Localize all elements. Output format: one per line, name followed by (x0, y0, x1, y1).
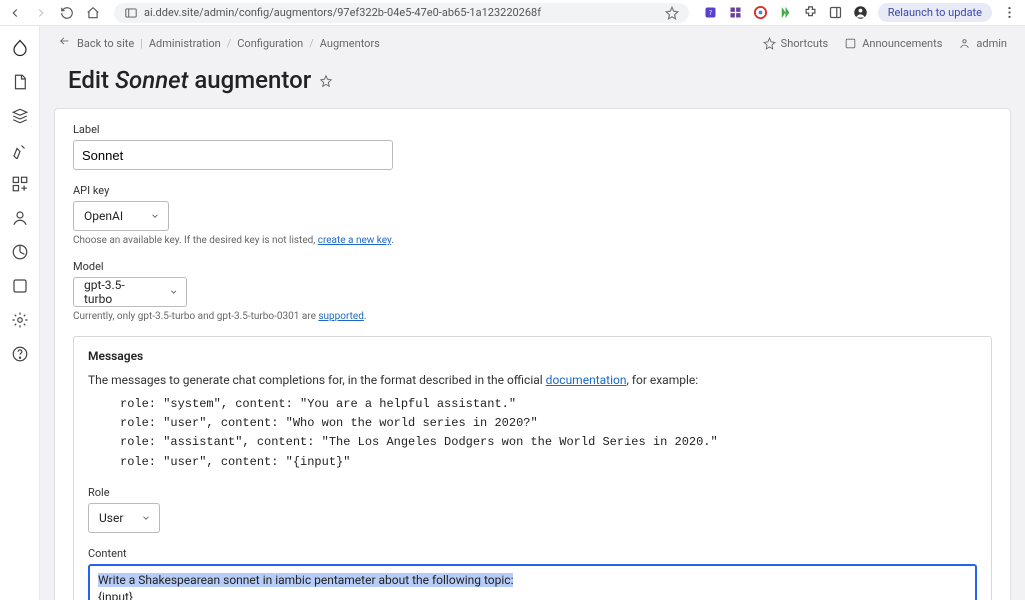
structure-icon[interactable] (10, 106, 30, 126)
label-input[interactable] (73, 140, 393, 170)
forward-icon[interactable] (34, 6, 48, 20)
relaunch-button[interactable]: Relaunch to update (878, 3, 992, 22)
reload-icon[interactable] (60, 6, 74, 20)
home-icon[interactable] (86, 6, 100, 20)
announcements-link[interactable]: Announcements (844, 37, 942, 50)
reports-icon[interactable] (10, 242, 30, 262)
drupal-logo-icon[interactable] (10, 38, 30, 58)
content-textarea[interactable]: Write a Shakespearean sonnet in iambic p… (88, 564, 977, 600)
back-icon[interactable] (8, 6, 22, 20)
content-icon[interactable] (10, 72, 30, 92)
apikey-select[interactable]: OpenAI (73, 201, 169, 231)
page-title: Edit Sonnet augmentor (68, 66, 997, 94)
apikey-field-label: API key (73, 184, 992, 197)
content-field-label: Content (88, 547, 977, 560)
site-info-icon (124, 6, 138, 20)
role-field-label: Role (88, 486, 977, 499)
svg-text:7: 7 (708, 10, 712, 17)
profile-icon[interactable] (853, 5, 868, 20)
chevron-down-icon (169, 287, 178, 297)
messages-description: The messages to generate chat completion… (88, 373, 977, 387)
address-bar[interactable]: ai.ddev.site/admin/config/augmentors/97e… (114, 3, 689, 23)
apikey-help: Choose an available key. If the desired … (73, 235, 992, 246)
model-help: Currently, only gpt-3.5-turbo and gpt-3.… (73, 311, 992, 322)
browser-chrome: ai.ddev.site/admin/config/augmentors/97e… (0, 0, 1025, 26)
admin-topbar: Back to site | Administration / Configur… (40, 26, 1025, 60)
extension-icon[interactable] (753, 5, 768, 20)
extension-icon[interactable] (728, 5, 743, 20)
app-sidebar (0, 26, 40, 600)
tools-icon[interactable] (10, 276, 30, 296)
back-to-site-link[interactable]: Back to site (77, 37, 134, 50)
documentation-link[interactable]: documentation (546, 373, 627, 387)
help-icon[interactable] (10, 344, 30, 364)
back-to-site-icon (58, 35, 71, 51)
chevron-down-icon (150, 211, 160, 221)
extension-icon[interactable]: 7 (703, 5, 718, 20)
appearance-icon[interactable] (10, 140, 30, 160)
messages-legend: Messages (88, 349, 977, 363)
role-select[interactable]: User (88, 503, 160, 533)
extension-icon[interactable] (778, 5, 793, 20)
extend-icon[interactable] (10, 174, 30, 194)
favorite-toggle-icon[interactable] (319, 66, 333, 94)
messages-fieldset: Messages The messages to generate chat c… (73, 336, 992, 600)
breadcrumb[interactable]: Augmentors (320, 37, 380, 50)
model-select[interactable]: gpt-3.5-turbo (73, 277, 187, 307)
messages-example: role: "system", content: "You are a help… (88, 395, 977, 472)
people-icon[interactable] (10, 208, 30, 228)
kebab-icon[interactable] (1002, 5, 1017, 20)
chevron-down-icon (141, 513, 151, 523)
breadcrumb[interactable]: Administration (149, 37, 221, 50)
model-field-label: Model (73, 260, 992, 273)
breadcrumb[interactable]: Configuration (237, 37, 303, 50)
config-icon[interactable] (10, 310, 30, 330)
extensions-menu-icon[interactable] (803, 5, 818, 20)
form-card: Label API key OpenAI Choose an available… (54, 108, 1011, 600)
label-field-label: Label (73, 123, 992, 136)
star-icon[interactable] (665, 6, 679, 20)
panel-icon[interactable] (828, 5, 843, 20)
supported-link[interactable]: supported (318, 311, 363, 322)
create-key-link[interactable]: create a new key (318, 235, 392, 246)
shortcuts-link[interactable]: Shortcuts (763, 37, 829, 50)
url-text: ai.ddev.site/admin/config/augmentors/97e… (144, 6, 541, 19)
user-menu[interactable]: admin (958, 37, 1007, 50)
